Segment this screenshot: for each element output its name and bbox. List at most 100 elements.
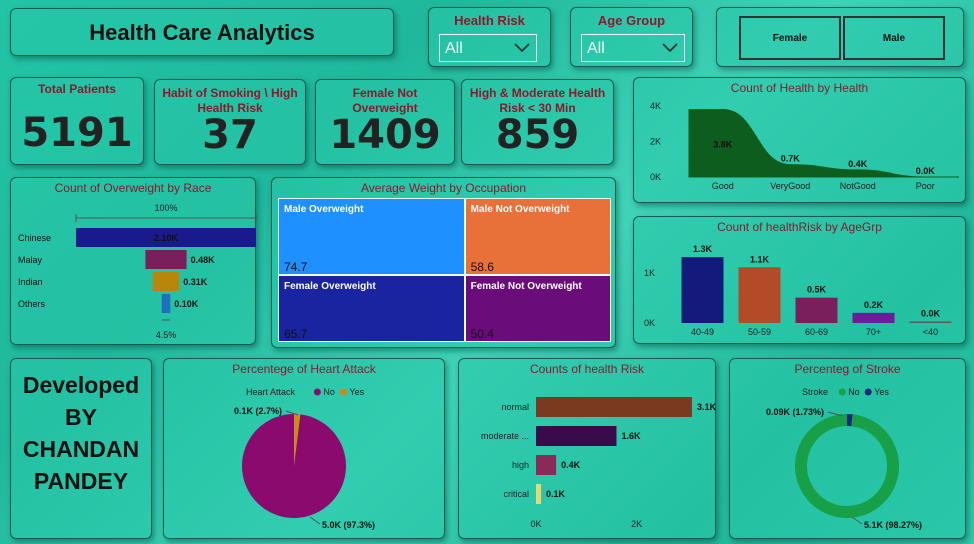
data-label: 0.0K xyxy=(921,309,941,319)
credit-text: Developed BY CHANDAN PANDEY xyxy=(22,372,140,494)
age-group-dropdown[interactable]: All xyxy=(581,34,685,62)
column-bar xyxy=(852,312,895,323)
treemap-cell-value: 74.7 xyxy=(284,259,308,274)
age-group-value: All xyxy=(587,40,605,57)
data-label: 3.1K xyxy=(697,402,717,412)
risk-bar xyxy=(536,426,617,446)
stroke-donut: Stroke No Yes 0.09K (1.73%) 5.1K (98.27%) xyxy=(766,387,922,530)
slice-label: 5.0K (97.3%) xyxy=(322,520,375,530)
x-tick-label: Good xyxy=(712,181,734,191)
data-label: 3.8K xyxy=(713,140,733,150)
treemap-cell-value: 50.4 xyxy=(470,326,494,341)
category-label: normal xyxy=(501,402,529,412)
kpi-female-not-overweight: Female Not Overweight 1409 xyxy=(315,79,455,165)
kpi-value: 5191 xyxy=(21,110,133,156)
male-button[interactable]: Male xyxy=(843,16,945,60)
health-area-chart: 4K 2K 0K Good 3.8K VeryGood 0.7K NotGood 0.4K Poo… xyxy=(650,101,959,191)
race-funnel-chart: 100% Chinese 2.10K Malay 0.48K Indian 0.31K Oth… xyxy=(18,203,257,340)
category-label: high xyxy=(512,460,529,470)
data-label: 0.48K xyxy=(191,255,216,265)
slice-label: 5.1K (98.27%) xyxy=(864,520,922,530)
x-tick-label: NotGood xyxy=(840,181,876,191)
funnel-bar xyxy=(145,250,187,269)
x-tick-label: 2K xyxy=(631,519,642,529)
legend-label: No xyxy=(323,387,335,397)
funnel-bottom-label: 4.5% xyxy=(156,330,177,340)
treemap-cell[interactable]: Female Overweight 65.7 xyxy=(278,274,465,342)
column-bar xyxy=(909,321,952,323)
risk-bar xyxy=(536,397,692,417)
age-group-slicer-title: Age Group xyxy=(597,13,666,28)
treemap-cell-label: Female Not Overweight xyxy=(470,280,582,292)
legend-marker xyxy=(339,388,347,396)
category-label: Indian xyxy=(18,277,43,287)
health-risk-value: All xyxy=(445,40,463,57)
occupation-treemap: Male Overweight 74.7 Male Not Overweight 58… xyxy=(278,198,611,342)
funnel-bar xyxy=(161,294,171,313)
age-group-slicer: Age Group All xyxy=(570,7,693,67)
data-label: 0.4K xyxy=(561,460,581,470)
treemap-cell[interactable]: Male Not Overweight 58.6 xyxy=(464,198,611,275)
health-risk-counts-card: Counts of health Risk normal 3.1K moderate… xyxy=(458,358,716,539)
category-label: Malay xyxy=(18,255,43,265)
female-button[interactable]: Female xyxy=(739,16,841,60)
y-tick-label: 1K xyxy=(644,268,655,278)
treemap-cell-label: Female Overweight xyxy=(284,280,376,292)
page-title: Health Care Analytics xyxy=(89,20,315,45)
data-label: 1.1K xyxy=(750,254,770,264)
data-label: 0.31K xyxy=(183,277,208,287)
overweight-by-race-card: Count of Overweight by Race 100% Chinese 2… xyxy=(10,177,257,345)
data-label: 0.4K xyxy=(848,159,868,169)
y-tick-label: 0K xyxy=(650,172,661,182)
health-by-health-card: Count of Health by Health 4K 2K 0K Good 3.8K… xyxy=(633,77,966,203)
data-label: 1.3K xyxy=(693,244,713,254)
x-tick-label: Poor xyxy=(916,181,935,191)
column-bar xyxy=(681,257,724,323)
legend-marker xyxy=(838,388,846,396)
y-tick-label: 2K xyxy=(650,137,661,147)
heart-attack-card: Percentege of Heart Attack Heart Attack N… xyxy=(163,358,445,539)
treemap-cell[interactable]: Female Not Overweight 50.4 xyxy=(464,274,611,342)
x-tick-label: 70+ xyxy=(866,327,881,337)
slice-label: 0.1K (2.7%) xyxy=(234,406,282,416)
legend-marker xyxy=(864,388,872,396)
funnel-top-label: 100% xyxy=(154,203,177,213)
column-bar xyxy=(738,267,781,323)
data-label: 0.0K xyxy=(916,166,936,176)
funnel-bar xyxy=(152,272,180,291)
stroke-card: Percenteg of Stroke Stroke No Yes 0.09K (1.… xyxy=(729,358,966,539)
x-tick-label: <40 xyxy=(923,327,938,337)
treemap-cell-label: Male Not Overweight xyxy=(470,204,570,215)
pie-slice xyxy=(241,414,346,518)
chevron-down-icon xyxy=(514,43,530,53)
y-tick-label: 4K xyxy=(650,101,661,111)
legend-label: Yes xyxy=(349,387,364,397)
treemap-cell[interactable]: Male Overweight 74.7 xyxy=(278,198,465,275)
legend-title: Stroke xyxy=(802,387,828,397)
x-tick-label: 50-59 xyxy=(748,327,771,337)
weight-by-occupation-card: Average Weight by Occupation Male Overwe… xyxy=(271,177,616,348)
risk-bar xyxy=(536,484,542,504)
pie-slice xyxy=(795,414,899,518)
kpi-value: 1409 xyxy=(329,112,441,158)
health-risk-slicer: Health Risk All xyxy=(428,7,551,67)
x-tick-label: 60-69 xyxy=(805,327,828,337)
data-label: 0.7K xyxy=(781,154,801,164)
data-label: 0.10K xyxy=(174,299,199,309)
title-card: Health Care Analytics xyxy=(10,8,394,56)
data-label: 0.5K xyxy=(807,285,827,295)
health-risk-dropdown[interactable]: All xyxy=(439,34,537,62)
slice-label: 0.09K (1.73%) xyxy=(766,407,824,417)
category-label: Others xyxy=(18,299,46,309)
leader-line xyxy=(309,516,321,525)
data-label: 0.2K xyxy=(864,300,884,310)
treemap-cell-value: 65.7 xyxy=(284,326,308,341)
category-label: moderate ... xyxy=(481,431,529,441)
leader-line xyxy=(851,516,863,525)
treemap-cell-label: Male Overweight xyxy=(284,204,364,215)
x-tick-label: VeryGood xyxy=(770,181,810,191)
data-label: 2.10K xyxy=(154,233,179,243)
kpi-title: Total Patients xyxy=(38,82,116,96)
health-risk-slicer-title: Health Risk xyxy=(454,13,525,28)
x-tick-label: 0K xyxy=(530,519,541,529)
